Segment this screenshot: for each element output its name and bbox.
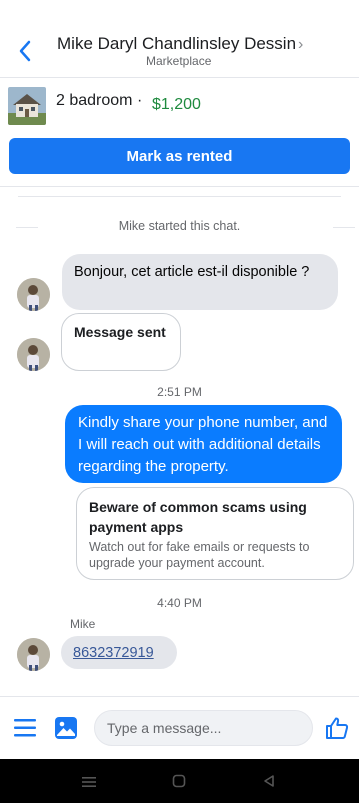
back-triangle-icon (264, 775, 274, 787)
header-divider (0, 77, 359, 78)
menu-button[interactable] (14, 717, 36, 739)
timestamp: 4:40 PM (157, 596, 202, 610)
listing-title: 2 badroom · (56, 92, 143, 109)
home-icon (172, 774, 186, 788)
phone-number-link[interactable]: 8632372919 (73, 645, 154, 661)
avatar[interactable] (17, 638, 50, 671)
chat-top-divider (18, 196, 341, 197)
thumbs-up-icon (326, 717, 349, 739)
timestamp: 2:51 PM (157, 385, 202, 399)
back-button[interactable] (14, 38, 36, 64)
photo-button[interactable] (54, 716, 78, 740)
scam-warning-body: Watch out for fake emails or requests to… (89, 540, 310, 570)
composer-divider (0, 696, 359, 697)
back-nav-button[interactable] (262, 774, 276, 788)
conversation-title[interactable]: Mike Daryl Chandlinsley Dessin (57, 34, 296, 54)
conversation-subtitle: Marketplace (146, 54, 212, 68)
sender-name: Mike (70, 617, 96, 631)
scam-warning-card[interactable]: Beware of common scams using payment app… (76, 487, 354, 580)
outgoing-message[interactable]: Kindly share your phone number, and I wi… (65, 405, 342, 483)
message-sent-card[interactable]: Message sent (61, 313, 181, 371)
avatar-image (17, 638, 50, 671)
system-message: Mike started this chat. (118, 219, 241, 233)
system-line-right (333, 227, 355, 228)
phone-message[interactable]: 8632372919 (61, 636, 177, 669)
avatar-image (17, 278, 50, 311)
message-input[interactable] (94, 710, 313, 746)
avatar[interactable] (17, 278, 50, 311)
incoming-message[interactable]: Bonjour, cet article est-il disponible ? (62, 254, 338, 310)
message-sent-label: Message sent (74, 324, 166, 340)
avatar[interactable] (17, 338, 50, 371)
photo-icon (55, 717, 77, 739)
house-image (8, 87, 46, 125)
chevron-left-icon (19, 40, 31, 62)
like-button[interactable] (325, 716, 349, 740)
system-navigation-bar (0, 759, 359, 803)
mark-as-rented-button[interactable]: Mark as rented (9, 138, 350, 174)
avatar-image (17, 338, 50, 371)
chevron-right-icon[interactable]: › (298, 36, 303, 54)
menu-icon (14, 719, 36, 737)
listing-divider (0, 186, 359, 187)
listing-price: $1,200 (152, 96, 201, 113)
scam-warning-title: Beware of common scams using payment app… (89, 499, 307, 535)
home-button[interactable] (172, 774, 186, 788)
listing-thumbnail[interactable] (8, 87, 46, 125)
recent-apps-icon (82, 777, 96, 787)
recent-apps-button[interactable] (81, 775, 97, 787)
